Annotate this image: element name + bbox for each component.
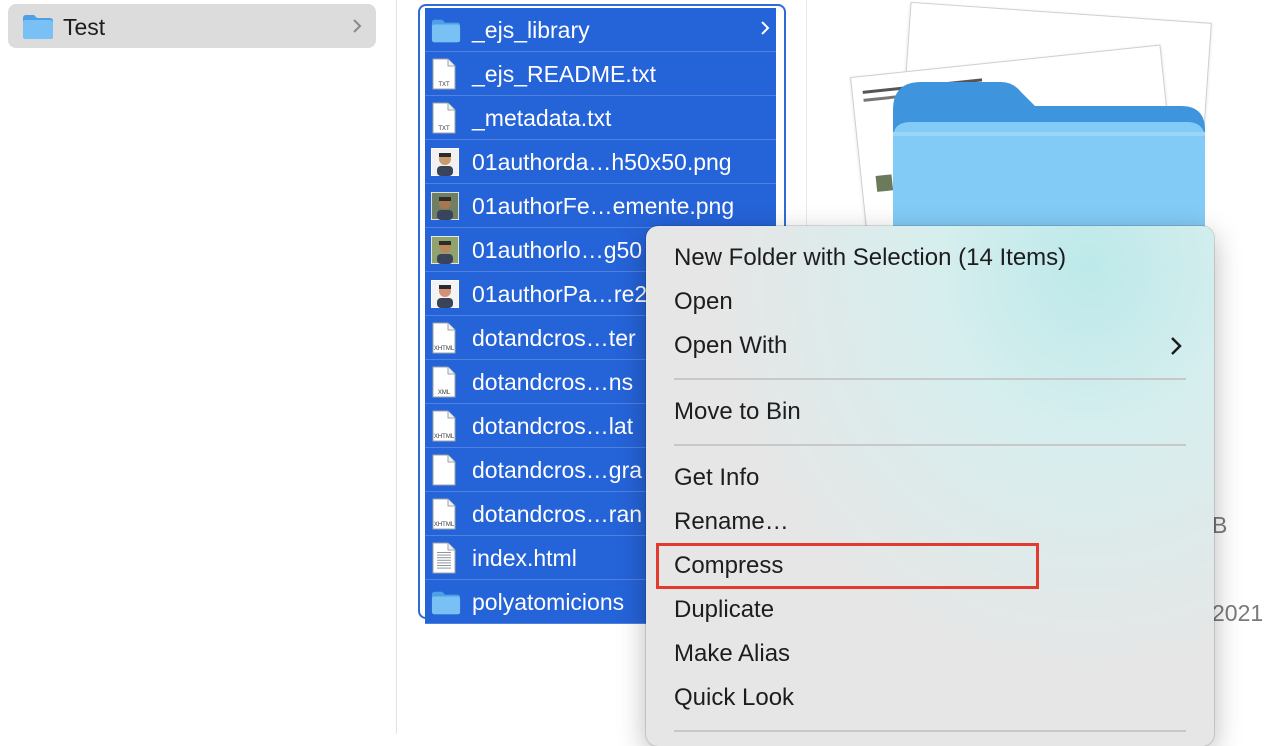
file-name: 01authorPa…re2 <box>472 281 648 307</box>
file-row[interactable]: 01authorda…h50x50.png <box>425 140 776 184</box>
file-row[interactable]: 01authorFe…emente.png <box>425 184 776 228</box>
file-row[interactable]: _ejs_library <box>425 8 776 52</box>
menu-item-rename[interactable]: Rename… <box>674 508 789 536</box>
column-divider[interactable] <box>396 0 397 734</box>
xhtml-file-icon: XHTML <box>431 322 461 354</box>
menu-item-move-to-bin[interactable]: Move to Bin <box>674 398 801 426</box>
menu-item-new-folder-with-selection[interactable]: New Folder with Selection (14 Items) <box>674 244 1066 272</box>
preview-size-text: B <box>1212 512 1228 538</box>
svg-text:XHTML: XHTML <box>434 434 455 440</box>
svg-text:TXT: TXT <box>438 126 450 132</box>
file-name: polyatomicions <box>472 589 625 615</box>
image-thumbnail-icon <box>430 147 461 180</box>
xhtml-file-icon: XHTML <box>431 410 461 442</box>
menu-item-open-with[interactable]: Open With <box>674 332 787 360</box>
xml-file-icon: XML <box>431 366 461 398</box>
menu-item-quick-look[interactable]: Quick Look <box>674 684 794 712</box>
menu-item-duplicate[interactable]: Duplicate <box>674 596 774 624</box>
chevron-right-icon <box>352 18 362 39</box>
folder-label: Test <box>63 14 106 40</box>
folder-icon <box>431 590 461 622</box>
menu-item-label: Open With <box>674 332 788 359</box>
file-row[interactable]: TXT _metadata.txt <box>425 96 776 140</box>
svg-text:XML: XML <box>438 390 451 396</box>
menu-separator <box>674 378 1186 380</box>
folder-icon <box>22 14 54 45</box>
file-name: _metadata.txt <box>472 105 612 131</box>
chevron-right-icon <box>1170 336 1182 361</box>
image-thumbnail-icon <box>430 279 461 312</box>
compress-highlight-box <box>656 543 1039 589</box>
menu-separator <box>674 444 1186 446</box>
xhtml-file-icon: XHTML <box>431 498 461 530</box>
menu-separator <box>674 730 1186 732</box>
txt-file-icon: TXT <box>431 102 461 134</box>
file-row[interactable]: TXT _ejs_README.txt <box>425 52 776 96</box>
folder-row-test[interactable]: Test <box>8 4 376 48</box>
chevron-right-icon <box>760 20 770 41</box>
image-thumbnail-icon <box>430 235 461 268</box>
file-name: 01authorFe…emente.png <box>472 193 735 219</box>
folder-icon <box>431 18 461 50</box>
file-name: 01authorlo…g50 <box>472 237 643 263</box>
txt-file-icon: TXT <box>431 58 461 90</box>
menu-item-make-alias[interactable]: Make Alias <box>674 640 790 668</box>
menu-item-get-info[interactable]: Get Info <box>674 464 759 492</box>
file-name: dotandcros…ns <box>472 369 634 395</box>
context-menu: New Folder with Selection (14 Items) Ope… <box>646 226 1214 746</box>
svg-text:TXT: TXT <box>438 82 450 88</box>
finder-column-1: Test <box>0 0 396 734</box>
file-name: dotandcros…lat <box>472 413 634 439</box>
preview-date-text: 2021 <box>1212 600 1264 626</box>
file-name: index.html <box>472 545 577 571</box>
svg-text:XHTML: XHTML <box>434 522 455 528</box>
svg-text:XHTML: XHTML <box>434 346 455 352</box>
file-name: 01authorda…h50x50.png <box>472 149 732 175</box>
html-file-icon <box>431 542 461 574</box>
file-name: dotandcros…ter <box>472 325 636 351</box>
file-name: _ejs_library <box>472 17 590 43</box>
menu-item-open[interactable]: Open <box>674 288 733 316</box>
file-name: _ejs_README.txt <box>472 61 657 87</box>
image-thumbnail-icon <box>430 191 461 224</box>
file-name: dotandcros…gra <box>472 457 643 483</box>
blank-file-icon <box>431 454 461 486</box>
file-name: dotandcros…ran <box>472 501 643 527</box>
